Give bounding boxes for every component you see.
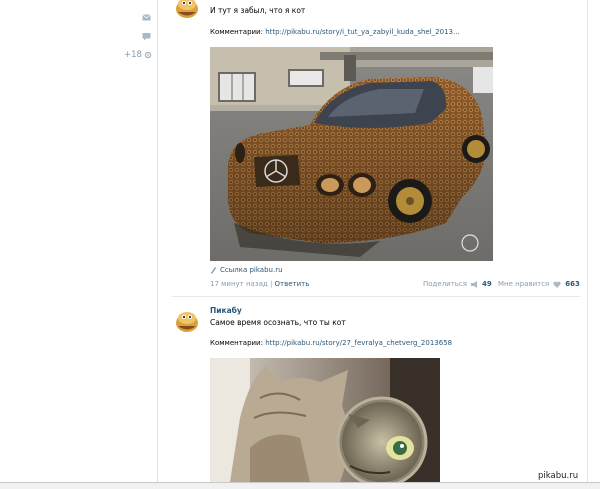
comments-line: Комментарии: http://pikabu.ru/story/27_f…: [210, 339, 452, 347]
post-time[interactable]: 17 минут назад: [210, 280, 268, 288]
heart-icon: [553, 281, 561, 288]
mail-icon[interactable]: [142, 13, 151, 22]
post-text: Самое время осознать, что ты кот: [210, 318, 346, 327]
source-link[interactable]: Ссылка pikabu.ru: [210, 266, 283, 274]
post-meta: 17 минут назад | Ответить: [210, 280, 309, 288]
comments-line: Комментарии: http://pikabu.ru/story/i_tu…: [210, 28, 460, 36]
comments-label: Комментарии:: [210, 339, 263, 347]
avatar[interactable]: [172, 306, 201, 335]
notification-counter[interactable]: +18: [124, 50, 152, 60]
left-column: [0, 0, 157, 482]
post-photo-car[interactable]: [210, 47, 493, 261]
share-count: 49: [481, 280, 492, 288]
watermark: pikabu.ru: [538, 471, 579, 481]
link-icon: [211, 267, 216, 274]
comments-label: Комментарии:: [210, 28, 263, 36]
status-bar: [0, 482, 600, 489]
counter-value: +18: [124, 50, 142, 60]
post-divider: [172, 296, 580, 297]
column-divider: [157, 0, 158, 485]
reply-link[interactable]: Ответить: [275, 280, 310, 288]
gear-icon: [144, 51, 152, 59]
like-label: Мне нравится: [498, 280, 550, 288]
like-button[interactable]: Мне нравится 663: [498, 280, 580, 288]
comments-link[interactable]: http://pikabu.ru/story/27_fevralya_chetv…: [265, 339, 452, 347]
share-label: Поделиться: [423, 280, 467, 288]
source-link-label: Ссылка pikabu.ru: [220, 266, 283, 274]
comment-icon[interactable]: [142, 32, 151, 41]
post-text: И тут я забыл, что я кот: [210, 6, 306, 15]
comments-link[interactable]: http://pikabu.ru/story/i_tut_ya_zabyil_k…: [265, 28, 459, 36]
like-count: 663: [565, 280, 580, 288]
share-button[interactable]: Поделиться 49: [423, 280, 492, 288]
post-author[interactable]: Пикабу: [210, 306, 452, 315]
megaphone-icon: [470, 280, 477, 288]
right-border: [587, 0, 588, 485]
post-photo-cat[interactable]: [210, 358, 440, 482]
meta-separator: |: [269, 280, 273, 288]
avatar[interactable]: [172, 0, 201, 21]
